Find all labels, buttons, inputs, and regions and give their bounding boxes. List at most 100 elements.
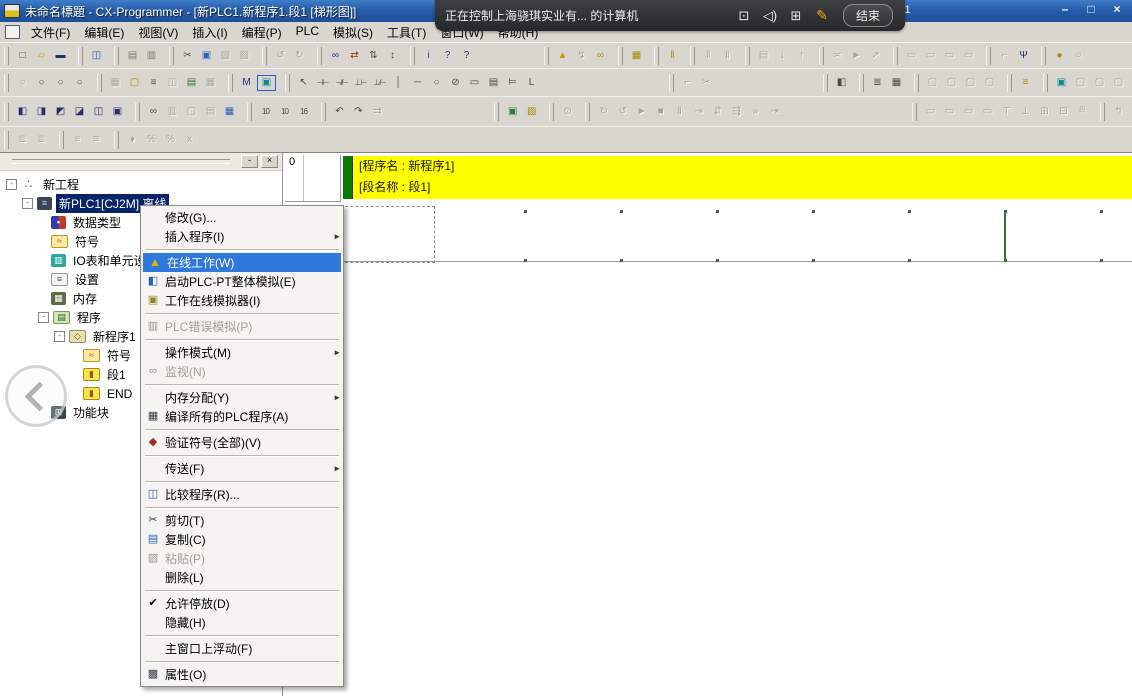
hand-1-icon[interactable]: %	[143, 132, 160, 148]
return-icon[interactable]: ↰	[1110, 104, 1127, 120]
step-run-icon[interactable]: ⌐	[996, 48, 1013, 64]
pane-scroll-track[interactable]	[12, 159, 230, 164]
run-to-end-icon[interactable]: ⇥	[766, 104, 783, 120]
hex-icon[interactable]: 16	[295, 104, 312, 120]
toolbar-drag-handle[interactable]	[4, 47, 9, 65]
pause-all-icon[interactable]: ‖	[719, 48, 736, 64]
debug-mode-icon[interactable]: ▭	[922, 48, 939, 64]
toolbar-drag-handle[interactable]	[986, 47, 991, 65]
closed-coil-icon[interactable]: ⊘	[447, 75, 464, 91]
menu-compile-all-programs[interactable]: ▦编译所有的PLC程序(A)	[141, 407, 343, 426]
run-mode-icon[interactable]: ▭	[960, 48, 977, 64]
toolbar-drag-handle[interactable]	[262, 47, 267, 65]
menubar-item-模拟[interactable]: 模拟(S)	[326, 22, 380, 43]
erase-icon[interactable]: x	[181, 132, 198, 148]
menu-work-online-simulator[interactable]: ▣工作在线模拟器(I)	[141, 291, 343, 310]
toolbar-drag-handle[interactable]	[549, 103, 554, 121]
view-screen-icon[interactable]: ▣	[1053, 75, 1070, 91]
toolbar-drag-handle[interactable]	[1043, 74, 1048, 92]
pane-minimize-button[interactable]: -	[241, 155, 258, 168]
toolbar-drag-handle[interactable]	[585, 103, 590, 121]
end-session-button[interactable]: 结束	[843, 4, 893, 27]
open-folder-icon[interactable]: ▱	[33, 48, 50, 64]
address-reference-icon[interactable]: ▥	[164, 104, 181, 120]
menubar-item-文件[interactable]: 文件(F)	[24, 22, 77, 43]
toolbar-drag-handle[interactable]	[1041, 47, 1046, 65]
menu-hide[interactable]: 隐藏(H)	[141, 613, 343, 632]
replace-icon[interactable]: ⇄	[346, 48, 363, 64]
step-over-icon[interactable]: ⇶	[728, 104, 745, 120]
step-in-icon[interactable]: ⇵	[709, 104, 726, 120]
delete-fb-icon[interactable]: ▢	[943, 75, 960, 91]
coil-icon[interactable]: ○	[428, 75, 445, 91]
expand-box-icon[interactable]: -	[22, 198, 33, 209]
ladder-editor[interactable]: 0 [程序名 : 新程序1] [段名称 : 段1]	[283, 153, 1132, 696]
function-block-icon[interactable]: ▤	[485, 75, 502, 91]
toolbar-drag-handle[interactable]	[59, 131, 64, 149]
io-unit-2-icon[interactable]: ▭	[941, 104, 958, 120]
go-back-icon[interactable]: ↶	[331, 104, 348, 120]
list-view-icon[interactable]: ▤	[202, 104, 219, 120]
force-set-icon[interactable]: ●	[1051, 48, 1068, 64]
doc-check-icon[interactable]: ▢	[1072, 75, 1089, 91]
rack-2-icon[interactable]: ⊥	[1017, 104, 1034, 120]
comment-view-icon[interactable]: ▢	[183, 104, 200, 120]
signed-decimal-icon[interactable]: 10	[276, 104, 293, 120]
info-icon[interactable]: i	[420, 48, 437, 64]
contact-no-icon[interactable]: ⊣⊢	[314, 75, 331, 91]
mdi-child-icon[interactable]	[5, 25, 20, 39]
expand-box-icon[interactable]: -	[38, 312, 49, 323]
toolbar-drag-handle[interactable]	[494, 103, 499, 121]
menu-float-in-main-window[interactable]: 主窗口上浮动(F)	[141, 639, 343, 658]
cut-icon[interactable]: ✂	[179, 48, 196, 64]
toolbar-drag-handle[interactable]	[410, 47, 415, 65]
monitor-window-icon[interactable]: ▣	[504, 104, 521, 120]
trim-tool-icon[interactable]: ✂	[698, 75, 715, 91]
calendar-icon[interactable]: ▦	[888, 75, 905, 91]
toolbar-drag-handle[interactable]	[317, 47, 322, 65]
rack-4-icon[interactable]: ⊟	[1055, 104, 1072, 120]
window-settings-icon[interactable]: ◧	[833, 75, 850, 91]
toolbar-drag-handle[interactable]	[1100, 103, 1105, 121]
force-cancel-icon[interactable]: ○	[1070, 48, 1087, 64]
insert-fb-icon[interactable]: ▢	[981, 75, 998, 91]
minimize-button[interactable]: –	[1056, 3, 1074, 17]
toolbar-drag-handle[interactable]	[745, 47, 750, 65]
edit-fb-icon[interactable]: ▢	[924, 75, 941, 91]
context-help-icon[interactable]: ?	[458, 48, 475, 64]
find-in-project-icon[interactable]: ◫	[88, 48, 105, 64]
expand-box-icon[interactable]: -	[54, 331, 65, 342]
auto-online-icon[interactable]: ↯	[573, 48, 590, 64]
toolbar-drag-handle[interactable]	[169, 47, 174, 65]
io-unit-4-icon[interactable]: ▭	[979, 104, 996, 120]
horizontal-line-icon[interactable]: ─	[409, 75, 426, 91]
paste-special-icon[interactable]: ▨	[236, 48, 253, 64]
fb-parameter-icon[interactable]: ⊨	[504, 75, 521, 91]
simulator-window-icon[interactable]: ▨	[523, 104, 540, 120]
mnemonics-view-icon[interactable]: M	[238, 75, 255, 91]
tree-node-project[interactable]: -∴新工程	[0, 175, 282, 194]
doc-ok-icon[interactable]: ▢	[1110, 75, 1127, 91]
toolbar-drag-handle[interactable]	[859, 74, 864, 92]
menu-properties[interactable]: ▩属性(O)	[141, 665, 343, 684]
fast-run-icon[interactable]: »	[747, 104, 764, 120]
watch-list-icon[interactable]: ≡	[1017, 75, 1034, 91]
menu-cut[interactable]: ✂剪切(T)	[141, 511, 343, 530]
toolbar-drag-handle[interactable]	[4, 131, 9, 149]
sim-step-icon[interactable]: ⇥	[690, 104, 707, 120]
new-file-icon[interactable]: □	[14, 48, 31, 64]
go-forward-icon[interactable]: ↷	[350, 104, 367, 120]
ladder-view-icon[interactable]: ▣	[257, 75, 276, 91]
paste-icon[interactable]: ▧	[217, 48, 234, 64]
sim-continuous-icon[interactable]: ↻	[595, 104, 612, 120]
collapse-sidebar-button[interactable]	[5, 365, 67, 427]
menu-start-plc-pt-simulation[interactable]: ◧启动PLC-PT整体模拟(E)	[141, 272, 343, 291]
decimal-icon[interactable]: 10	[257, 104, 274, 120]
toolbar-drag-handle[interactable]	[914, 74, 919, 92]
toolbar-drag-handle[interactable]	[690, 47, 695, 65]
grid-icon[interactable]: ▦	[107, 75, 124, 91]
toolbar-drag-handle[interactable]	[1007, 74, 1012, 92]
print-icon[interactable]: ▤	[124, 48, 141, 64]
io-unit-3-icon[interactable]: ▭	[960, 104, 977, 120]
simulator-online-icon[interactable]: ∞	[592, 48, 609, 64]
